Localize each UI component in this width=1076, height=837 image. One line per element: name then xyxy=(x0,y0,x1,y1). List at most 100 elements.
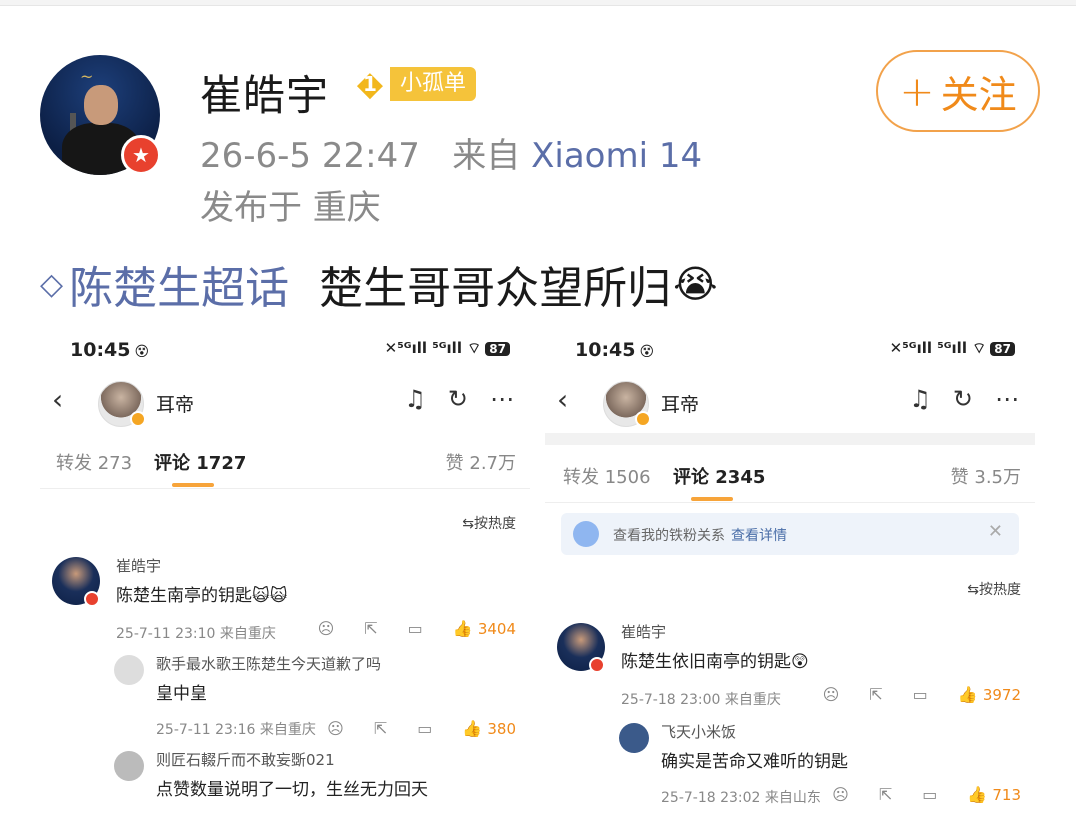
crying-emoji-icon: 😭 xyxy=(673,262,718,306)
thumb-up-icon: 👍 xyxy=(957,685,978,704)
tabs: 转发 273 评论 1727 赞 2.7万 xyxy=(40,433,530,489)
refresh-icon[interactable]: ↻ xyxy=(448,385,468,413)
status-emoji-icon: 😵 xyxy=(134,344,150,360)
status-icons: ✕⁵ᴳıll ⁵ᴳıll ⌔ 87 xyxy=(385,339,510,358)
like-button[interactable]: 👍 3972 xyxy=(958,685,1021,704)
battery-icon: 87 xyxy=(485,342,510,356)
reply-avatar[interactable] xyxy=(114,751,144,781)
share-icon[interactable]: ⇱ xyxy=(364,619,377,638)
comment-author[interactable]: 崔皓宇 xyxy=(621,621,666,642)
sort-button[interactable]: ⇆按热度 xyxy=(462,513,516,533)
status-time: 10:45 😵 xyxy=(70,339,150,361)
share-icon[interactable]: ⇱ xyxy=(869,685,882,704)
nav-title[interactable]: 耳帝 xyxy=(661,390,699,417)
post-time: 26-6-5 22:47 xyxy=(200,136,420,176)
battery-icon: 87 xyxy=(990,342,1015,356)
sort-button[interactable]: ⇆按热度 xyxy=(967,579,1021,599)
reply-actions: ☹ ⇱ ▭ 👍 380 xyxy=(327,719,516,738)
verified-star-icon: ★ xyxy=(121,135,161,175)
reply-icon[interactable]: ▭ xyxy=(922,785,937,804)
dislike-icon[interactable]: ☹ xyxy=(823,685,840,704)
comment-meta: 25-7-11 23:10 来自重庆 xyxy=(116,626,276,642)
dislike-icon[interactable]: ☹ xyxy=(832,785,849,804)
reply-avatar[interactable] xyxy=(114,655,144,685)
comment-actions: ☹ ⇱ ▭ 👍 3404 xyxy=(318,619,516,638)
refresh-icon[interactable]: ↻ xyxy=(953,385,973,413)
tab-repost[interactable]: 转发 273 xyxy=(56,449,132,475)
share-icon[interactable]: ⇱ xyxy=(374,719,387,738)
tab-underline xyxy=(172,483,214,487)
diamond-icon: ◆ 1 xyxy=(350,66,390,102)
nav-title[interactable]: 耳帝 xyxy=(156,390,194,417)
verified-star-icon xyxy=(84,591,100,607)
topic-label: 陈楚生超话 xyxy=(69,263,290,314)
more-icon[interactable]: ⋯ xyxy=(995,385,1019,413)
device-link[interactable]: Xiaomi 14 xyxy=(531,136,702,176)
dislike-icon[interactable]: ☹ xyxy=(318,619,335,638)
reply-text: 皇中皇 xyxy=(156,684,207,704)
thumb-up-icon: 👍 xyxy=(967,785,988,804)
verified-star-icon xyxy=(589,657,605,673)
signature-icon: ~ xyxy=(80,67,94,86)
reply-icon[interactable]: ▭ xyxy=(417,719,432,738)
tab-repost[interactable]: 转发 1506 xyxy=(563,463,651,489)
reply-avatar[interactable] xyxy=(619,723,649,753)
comment-actions: ☹ ⇱ ▭ 👍 3972 xyxy=(823,685,1021,704)
reply-icon[interactable]: ▭ xyxy=(913,685,928,704)
follow-label: 关注 xyxy=(940,72,1017,117)
comment-text: 陈楚生依旧南亭的钥匙😲 xyxy=(621,652,809,672)
tab-comment[interactable]: 评论 1727 xyxy=(154,449,246,475)
reply-author[interactable]: 歌手最水歌王陈楚生今天道歉了吗 xyxy=(156,653,381,674)
back-icon[interactable]: ‹ xyxy=(557,383,568,416)
fan-relation-banner[interactable]: 查看我的铁粉关系 查看详情 ✕ xyxy=(561,513,1019,555)
reply-text: 确实是苦命又难听的钥匙 xyxy=(661,752,848,772)
more-icon[interactable]: ⋯ xyxy=(490,385,514,413)
divider-band xyxy=(545,433,1035,445)
tab-like[interactable]: 赞 3.5万 xyxy=(951,463,1021,489)
fan-label: 小孤单 xyxy=(390,67,477,101)
tab-like[interactable]: 赞 2.7万 xyxy=(446,449,516,475)
follow-button[interactable]: + 关注 xyxy=(876,50,1040,132)
post-meta: 26-6-5 22:47 来自 Xiaomi 14 xyxy=(200,128,702,177)
reply-meta: 25-7-18 23:02 来自山东 xyxy=(661,790,821,806)
reply-author[interactable]: 则匠石輟斤而不敢妄斲021 xyxy=(156,749,335,770)
comment-text: 陈楚生南亭的钥匙🙀🙀 xyxy=(116,586,288,606)
close-icon[interactable]: ✕ xyxy=(988,521,1003,542)
reply-icon[interactable]: ▭ xyxy=(408,619,423,638)
reply-meta: 25-7-11 23:16 来自重庆 xyxy=(156,722,316,738)
listen-icon[interactable]: ♫ xyxy=(909,385,931,413)
comment-meta: 25-7-18 23:00 来自重庆 xyxy=(621,692,781,708)
screenshot-left[interactable]: 10:45 😵 ✕⁵ᴳıll ⁵ᴳıll ⌔ 87 ‹ 耳帝 ♫ ↻ ⋯ 转发 27… xyxy=(40,325,530,837)
share-icon[interactable]: ⇱ xyxy=(879,785,892,804)
post-text: 楚生哥哥众望所归 xyxy=(319,263,672,314)
supertopic-icon: ◇ xyxy=(40,266,64,302)
reply-actions: ☹ ⇱ ▭ 👍 713 xyxy=(832,785,1021,804)
status-icons: ✕⁵ᴳıll ⁵ᴳıll ⌔ 87 xyxy=(890,339,1015,358)
plus-icon: + xyxy=(899,66,935,116)
thumb-up-icon: 👍 xyxy=(462,719,483,738)
thumb-up-icon: 👍 xyxy=(452,619,473,638)
fan-level-badge[interactable]: ◆ 1 小孤单 xyxy=(350,66,477,102)
post-content: ◇ 陈楚生超话 楚生哥哥众望所归 😭 xyxy=(40,252,717,316)
source-prefix: 来自 xyxy=(452,136,521,176)
reply-text: 点赞数量说明了一切，生丝无力回天 xyxy=(156,780,428,800)
topic-link[interactable]: ◇ 陈楚生超话 xyxy=(40,252,289,316)
fan-level: 1 xyxy=(363,72,377,96)
verified-icon xyxy=(130,411,146,427)
back-icon[interactable]: ‹ xyxy=(52,383,63,416)
dislike-icon[interactable]: ☹ xyxy=(327,719,344,738)
like-button[interactable]: 👍 713 xyxy=(967,785,1021,804)
banner-text: 查看我的铁粉关系 xyxy=(613,528,725,544)
banner-link[interactable]: 查看详情 xyxy=(731,528,787,544)
listen-icon[interactable]: ♫ xyxy=(404,385,426,413)
top-divider xyxy=(0,0,1076,6)
fan-relation-icon xyxy=(573,521,599,547)
comment-author[interactable]: 崔皓宇 xyxy=(116,555,161,576)
like-button[interactable]: 👍 3404 xyxy=(453,619,516,638)
reply-author[interactable]: 飞天小米饭 xyxy=(661,721,736,742)
screenshot-right[interactable]: 10:45 😵 ✕⁵ᴳıll ⁵ᴳıll ⌔ 87 ‹ 耳帝 ♫ ↻ ⋯ 转发 15… xyxy=(545,325,1035,837)
tab-comment[interactable]: 评论 2345 xyxy=(673,463,765,489)
nav-bar: ‹ 耳帝 ♫ ↻ ⋯ xyxy=(545,377,1035,427)
username[interactable]: 崔皓宇 xyxy=(200,62,329,123)
like-button[interactable]: 👍 380 xyxy=(462,719,516,738)
